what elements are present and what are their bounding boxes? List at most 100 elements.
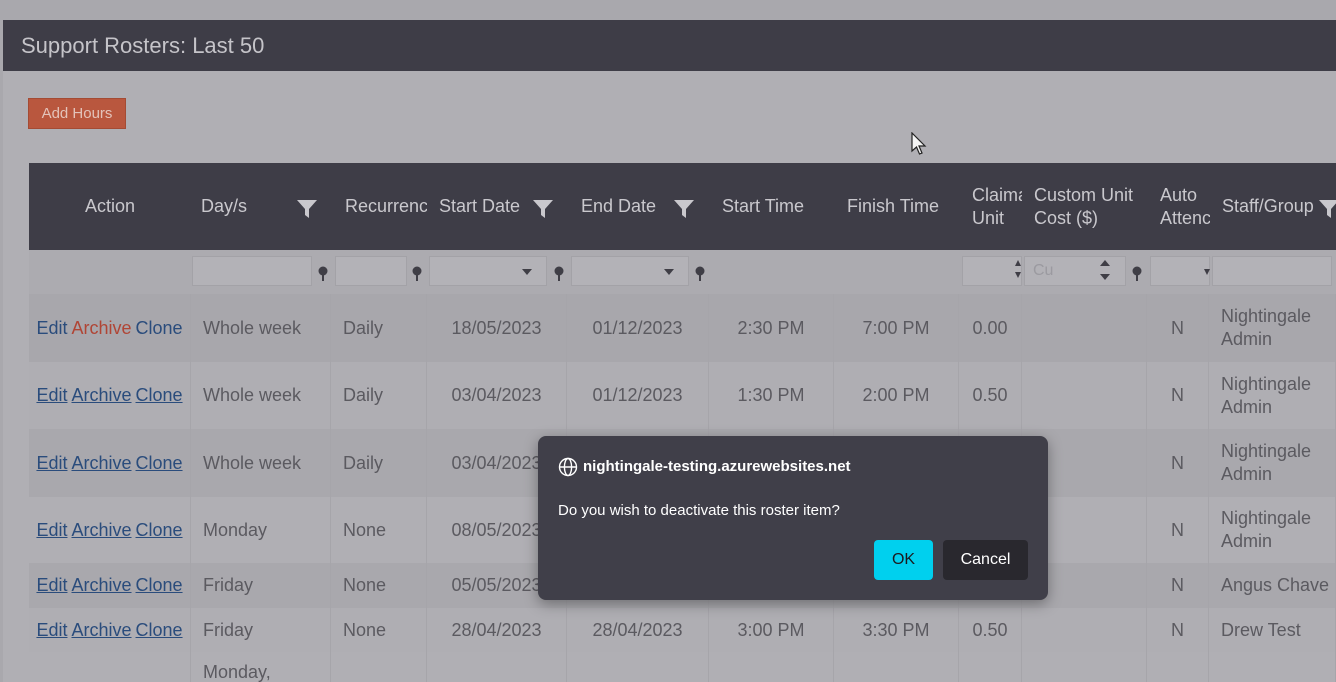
cell-days: Whole week (191, 429, 331, 497)
start-date-dropdown-arrow-icon[interactable] (522, 269, 532, 275)
edit-link[interactable]: Edit (36, 520, 67, 541)
cell-start-date: 03/04/2023 (427, 362, 567, 429)
cell-auto: N (1147, 608, 1209, 652)
column-header-claimable-unit[interactable]: Claima Unit (962, 163, 1022, 250)
clone-link[interactable]: Clone (136, 453, 183, 474)
cell-start-time: 3:00 PM (709, 608, 834, 652)
archive-link[interactable]: Archive (71, 453, 131, 474)
dialog-origin: nightingale-testing.azurewebsites.net (583, 458, 851, 475)
cell-value: N (1171, 317, 1184, 338)
archive-link[interactable]: Archive (71, 520, 131, 541)
recurrence-filter-options-icon[interactable] (411, 266, 423, 282)
clone-link[interactable]: Clone (136, 520, 183, 541)
clone-link[interactable]: Clone (136, 620, 183, 641)
staff-filter-funnel-icon[interactable] (1319, 200, 1336, 218)
edit-link[interactable]: Edit (36, 575, 67, 596)
column-header-start-time[interactable]: Start Time (712, 163, 837, 250)
days-filter-input[interactable] (192, 256, 312, 286)
cell-unit: 0.50 (959, 362, 1022, 429)
cell-value: None (343, 575, 387, 595)
cell-cost (1022, 294, 1147, 362)
cost-spin-down-icon[interactable] (1100, 274, 1110, 280)
cost-filter-options-icon[interactable] (1131, 266, 1143, 282)
cell-value: Daily (343, 385, 384, 405)
start-date-filter-options-icon[interactable] (553, 266, 565, 282)
edit-link[interactable]: Edit (36, 385, 67, 406)
edit-link[interactable]: Edit (36, 318, 67, 339)
end-date-filter-options-icon[interactable] (694, 266, 706, 282)
cell-value: None (343, 519, 387, 540)
ok-button[interactable]: OK (874, 540, 933, 580)
cell-recurrence: Daily (331, 429, 427, 497)
edit-link[interactable]: Edit (36, 620, 67, 641)
archive-link[interactable]: Archive (71, 620, 131, 641)
cell-start-date: 18/05/2023 (427, 294, 567, 362)
clone-link[interactable]: Clone (136, 575, 183, 596)
cost-spin-up-icon[interactable] (1100, 260, 1110, 266)
cell-start-time: 2:30 PM (709, 294, 834, 362)
clone-link[interactable]: Clone (136, 385, 183, 406)
cell-cost (1022, 652, 1147, 682)
cancel-button[interactable]: Cancel (943, 540, 1028, 580)
column-header-custom-unit-cost[interactable]: Custom Unit Cost ($) (1024, 163, 1144, 250)
cell-days: Whole week (191, 362, 331, 429)
cell-value: 01/12/2023 (592, 317, 683, 338)
cell-value: 2:00 PM (862, 385, 930, 405)
cell-value: 0.00 (972, 317, 1008, 338)
cell-value: 08/05/2023 (451, 519, 542, 540)
cell-auto: N (1147, 362, 1209, 429)
dialog-message: Do you wish to deactivate this roster it… (558, 502, 840, 519)
cell-staff (1209, 652, 1336, 682)
cell-value: 0.50 (972, 385, 1008, 405)
add-hours-button[interactable]: Add Hours (28, 98, 126, 129)
cell-end-date: 01/12/2023 (567, 362, 709, 429)
roster-grid: Action Day/s Recurrence Start Date End D… (29, 163, 1336, 682)
cell-staff: Nightingale Admin (1209, 294, 1336, 362)
archive-link[interactable]: Archive (71, 385, 131, 406)
auto-attend-filter-select[interactable] (1150, 256, 1210, 286)
edit-link[interactable]: Edit (36, 453, 67, 474)
cell-value: 05/05/2023 (451, 575, 542, 595)
cell-value: N (1171, 519, 1184, 540)
archive-link[interactable]: Archive (71, 318, 131, 339)
start-date-filter-funnel-icon[interactable] (533, 200, 553, 218)
cell-unit: 0.00 (959, 294, 1022, 362)
days-filter-funnel-icon[interactable] (297, 200, 317, 218)
cell-cost (1022, 608, 1147, 652)
cell-value: Daily (343, 317, 384, 338)
column-header-staff-group[interactable]: Staff/Group (1212, 163, 1336, 250)
archive-link[interactable]: Archive (71, 575, 131, 596)
cell-finish-time: 3:30 PM (834, 608, 959, 652)
cell-value: Nightingale Admin (1221, 508, 1312, 551)
cell-value: N (1171, 575, 1184, 595)
cell-staff: Nightingale Admin (1209, 497, 1336, 563)
cell-value: N (1171, 452, 1184, 473)
cell-start-date: 28/04/2023 (427, 608, 567, 652)
cell-value: Monday (203, 519, 268, 540)
custom-cost-filter-input[interactable]: Cu (1024, 256, 1126, 286)
end-date-dropdown-arrow-icon[interactable] (664, 269, 674, 275)
cell-value: 28/04/2023 (451, 619, 542, 640)
column-header-finish-time[interactable]: Finish Time (837, 163, 962, 250)
days-filter-options-icon[interactable] (317, 266, 329, 282)
staff-filter-input[interactable] (1212, 256, 1332, 286)
cell-start-time: 1:30 PM (709, 362, 834, 429)
unit-spin-down-icon[interactable] (1015, 272, 1021, 278)
unit-spin-up-icon[interactable] (1015, 260, 1021, 266)
cell-value: Friday (203, 619, 254, 640)
column-header-recurrence[interactable]: Recurrence (335, 163, 427, 250)
claimable-unit-filter-input[interactable] (962, 256, 1022, 286)
recurrence-filter-input[interactable] (335, 256, 407, 286)
cell-value: 18/05/2023 (451, 317, 542, 338)
clone-link[interactable]: Clone (136, 318, 183, 339)
globe-icon (558, 457, 578, 477)
column-header-auto-attend[interactable]: Auto Attenc (1150, 163, 1210, 250)
end-date-filter-funnel-icon[interactable] (674, 200, 694, 218)
cell-staff: Angus Chave (1209, 563, 1336, 608)
auto-attend-dropdown-arrow-icon[interactable] (1204, 269, 1210, 275)
table-row: Edit Archive Clone Whole week Daily 18/05/202… (29, 294, 1336, 363)
cell-value: N (1171, 619, 1184, 640)
cell-value: 28/04/2023 (592, 619, 683, 640)
cell-auto: N (1147, 429, 1209, 497)
action-cell: Edit Archive Clone (29, 362, 191, 429)
